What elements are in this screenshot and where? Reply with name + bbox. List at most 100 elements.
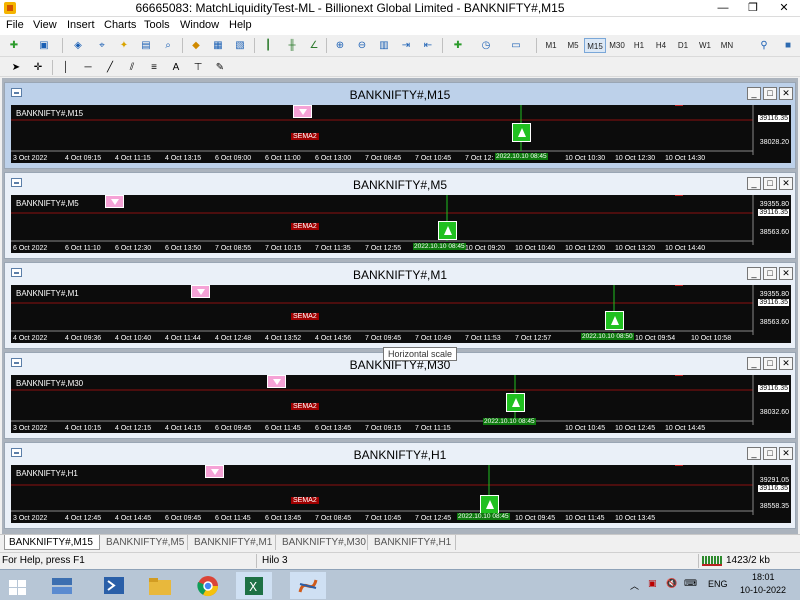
powershell-button[interactable] xyxy=(96,572,132,599)
minimize-button[interactable]: — xyxy=(708,0,738,16)
zoom-out-icon[interactable]: ⊖ xyxy=(354,38,370,53)
price-chart[interactable]: BANKNIFTY#,M15 SEMA2 2022.10.10 08:45 39… xyxy=(11,105,791,163)
indicators-icon[interactable]: ✚ xyxy=(450,38,466,53)
price-chart[interactable]: BANKNIFTY#,M30 SEMA2 2022.10.10 08:45 39… xyxy=(11,375,791,433)
chart-minimize-button[interactable]: _ xyxy=(747,447,761,460)
server-manager-button[interactable] xyxy=(44,572,80,599)
crosshair-icon[interactable]: ✛ xyxy=(30,60,46,75)
price-chart[interactable]: BANKNIFTY#,H1 SEMA2 2022.10.10 08:45 392… xyxy=(11,465,791,523)
timeframe-m5[interactable]: M5 xyxy=(562,38,584,53)
navigator-icon[interactable]: ✦ xyxy=(116,38,132,53)
bar-chart-icon[interactable]: ┃ xyxy=(260,38,276,53)
menu-window[interactable]: Window xyxy=(180,19,219,31)
menu-charts[interactable]: Charts xyxy=(104,19,136,31)
new-order-icon[interactable]: ▦ xyxy=(210,38,226,53)
chart-close-button[interactable]: ✕ xyxy=(779,447,793,460)
tab-banknifty-h1[interactable]: BANKNIFTY#,H1 xyxy=(370,535,456,550)
chart-window-m1[interactable]: BANKNIFTY#,M1 _ □ ✕ BANKNIFTY#,M1 SEMA2 … xyxy=(4,262,796,349)
equidistant-channel-icon[interactable]: ⫽ xyxy=(124,60,140,75)
chart-restore-button[interactable]: □ xyxy=(763,87,777,100)
chart-shift-icon[interactable]: ⇤ xyxy=(420,38,436,53)
chart-restore-button[interactable]: □ xyxy=(763,447,777,460)
excel-button[interactable]: X xyxy=(236,572,272,599)
chart-window-m30[interactable]: BANKNIFTY#,M30 _ □ ✕ BANKNIFTY#,M30 SEMA… xyxy=(4,352,796,439)
fibonacci-icon[interactable]: ≡ xyxy=(146,60,162,75)
cursor-icon[interactable]: ➤ xyxy=(8,60,24,75)
timeframe-h4[interactable]: H4 xyxy=(650,38,672,53)
price-axis[interactable]: 39355.80 39116.35 38563.60 xyxy=(753,195,791,253)
new-chart-icon[interactable]: ✚ xyxy=(6,38,22,53)
vertical-line-icon[interactable]: │ xyxy=(58,60,74,75)
chart-window-m5[interactable]: BANKNIFTY#,M5 _ □ ✕ BANKNIFTY#,M5 SEMA2 … xyxy=(4,172,796,259)
text-icon[interactable]: A xyxy=(168,60,184,75)
templates-icon[interactable]: ▭ xyxy=(508,38,524,53)
chart-restore-button[interactable]: □ xyxy=(763,357,777,370)
zoom-in-icon[interactable]: ⊕ xyxy=(332,38,348,53)
timeframe-w1[interactable]: W1 xyxy=(694,38,716,53)
ime-icon[interactable]: ⌨ xyxy=(684,578,697,589)
text-label-icon[interactable]: ⊤ xyxy=(190,60,206,75)
strategy-tester-icon[interactable]: ⌕ xyxy=(160,38,176,53)
price-chart[interactable]: BANKNIFTY#,M1 SEMA2 2022.10.10 08:50 393… xyxy=(11,285,791,343)
tab-banknifty-m30[interactable]: BANKNIFTY#,M30 xyxy=(278,535,368,550)
tab-banknifty-m1[interactable]: BANKNIFTY#,M1 xyxy=(190,535,276,550)
chart-close-button[interactable]: ✕ xyxy=(779,177,793,190)
candlestick-icon[interactable]: ╫ xyxy=(284,38,300,53)
horizontal-line-icon[interactable]: ─ xyxy=(80,60,96,75)
menu-tools[interactable]: Tools xyxy=(144,19,170,31)
close-button[interactable]: ✕ xyxy=(768,0,800,16)
tab-banknifty-m5[interactable]: BANKNIFTY#,M5 xyxy=(102,535,188,550)
language-indicator[interactable]: ENG xyxy=(708,579,728,589)
price-axis[interactable]: 39116.35 38032.60 xyxy=(753,375,791,433)
menu-file[interactable]: File xyxy=(6,19,24,31)
timeframe-d1[interactable]: D1 xyxy=(672,38,694,53)
timeframe-h1[interactable]: H1 xyxy=(628,38,650,53)
clock-time[interactable]: 18:01 xyxy=(752,572,775,582)
tray-arrow-icon[interactable]: ︿ xyxy=(630,579,639,592)
autotrading-icon[interactable]: ◆ xyxy=(188,38,204,53)
chart-minimize-button[interactable]: _ xyxy=(747,357,761,370)
speaker-mute-icon[interactable]: 🔇 xyxy=(666,578,677,589)
chart-close-button[interactable]: ✕ xyxy=(779,357,793,370)
metaeditor-icon[interactable]: ▧ xyxy=(232,38,248,53)
file-explorer-button[interactable] xyxy=(142,572,178,599)
price-chart[interactable]: BANKNIFTY#,M5 SEMA2 2022.10.10 08:45 393… xyxy=(11,195,791,253)
metatrader-taskbar-button[interactable] xyxy=(290,572,326,599)
tab-banknifty-m15[interactable]: BANKNIFTY#,M15 xyxy=(4,535,100,550)
status-profile[interactable]: Hilo 3 xyxy=(262,555,288,566)
chart-window-m15[interactable]: BANKNIFTY#,M15 _ □ ✕ BANKNIFTY#,M15 SEMA… xyxy=(4,82,796,169)
periods-icon[interactable]: ◷ xyxy=(478,38,494,53)
chat-icon[interactable]: ■ xyxy=(780,38,796,53)
search-icon[interactable]: ⚲ xyxy=(756,38,772,53)
clock-date[interactable]: 10-10-2022 xyxy=(740,585,786,595)
market-watch-icon[interactable]: ◈ xyxy=(70,38,86,53)
start-button[interactable] xyxy=(0,572,36,599)
chart-restore-button[interactable]: □ xyxy=(763,177,777,190)
chart-minimize-button[interactable]: _ xyxy=(747,177,761,190)
timeframe-m1[interactable]: M1 xyxy=(540,38,562,53)
autoscroll-icon[interactable]: ⇥ xyxy=(398,38,414,53)
menu-help[interactable]: Help xyxy=(229,19,252,31)
price-axis[interactable]: 39291.05 39116.35 38558.35 xyxy=(753,465,791,523)
chrome-button[interactable] xyxy=(190,572,226,599)
terminal-icon[interactable]: ▤ xyxy=(138,38,154,53)
tile-windows-icon[interactable]: ▥ xyxy=(376,38,392,53)
arrows-icon[interactable]: ✎ xyxy=(212,60,228,75)
timeframe-mn[interactable]: MN xyxy=(716,38,738,53)
timeframe-m15[interactable]: M15 xyxy=(584,38,606,53)
line-chart-icon[interactable]: ∠ xyxy=(306,38,322,53)
price-axis[interactable]: 39355.80 39116.35 38563.60 xyxy=(753,285,791,343)
network-warning-icon[interactable]: ▣ xyxy=(648,578,657,589)
trendline-icon[interactable]: ╱ xyxy=(102,60,118,75)
profiles-icon[interactable]: ▣ xyxy=(36,38,52,53)
price-axis[interactable]: 39116.35 38028.20 xyxy=(753,105,791,163)
chart-minimize-button[interactable]: _ xyxy=(747,87,761,100)
menu-insert[interactable]: Insert xyxy=(67,19,95,31)
timeframe-m30[interactable]: M30 xyxy=(606,38,628,53)
chart-window-h1[interactable]: BANKNIFTY#,H1 _ □ ✕ BANKNIFTY#,H1 SEMA2 … xyxy=(4,442,796,529)
chart-restore-button[interactable]: □ xyxy=(763,267,777,280)
chart-minimize-button[interactable]: _ xyxy=(747,267,761,280)
data-window-icon[interactable]: ⌖ xyxy=(94,38,110,53)
chart-close-button[interactable]: ✕ xyxy=(779,87,793,100)
chart-close-button[interactable]: ✕ xyxy=(779,267,793,280)
